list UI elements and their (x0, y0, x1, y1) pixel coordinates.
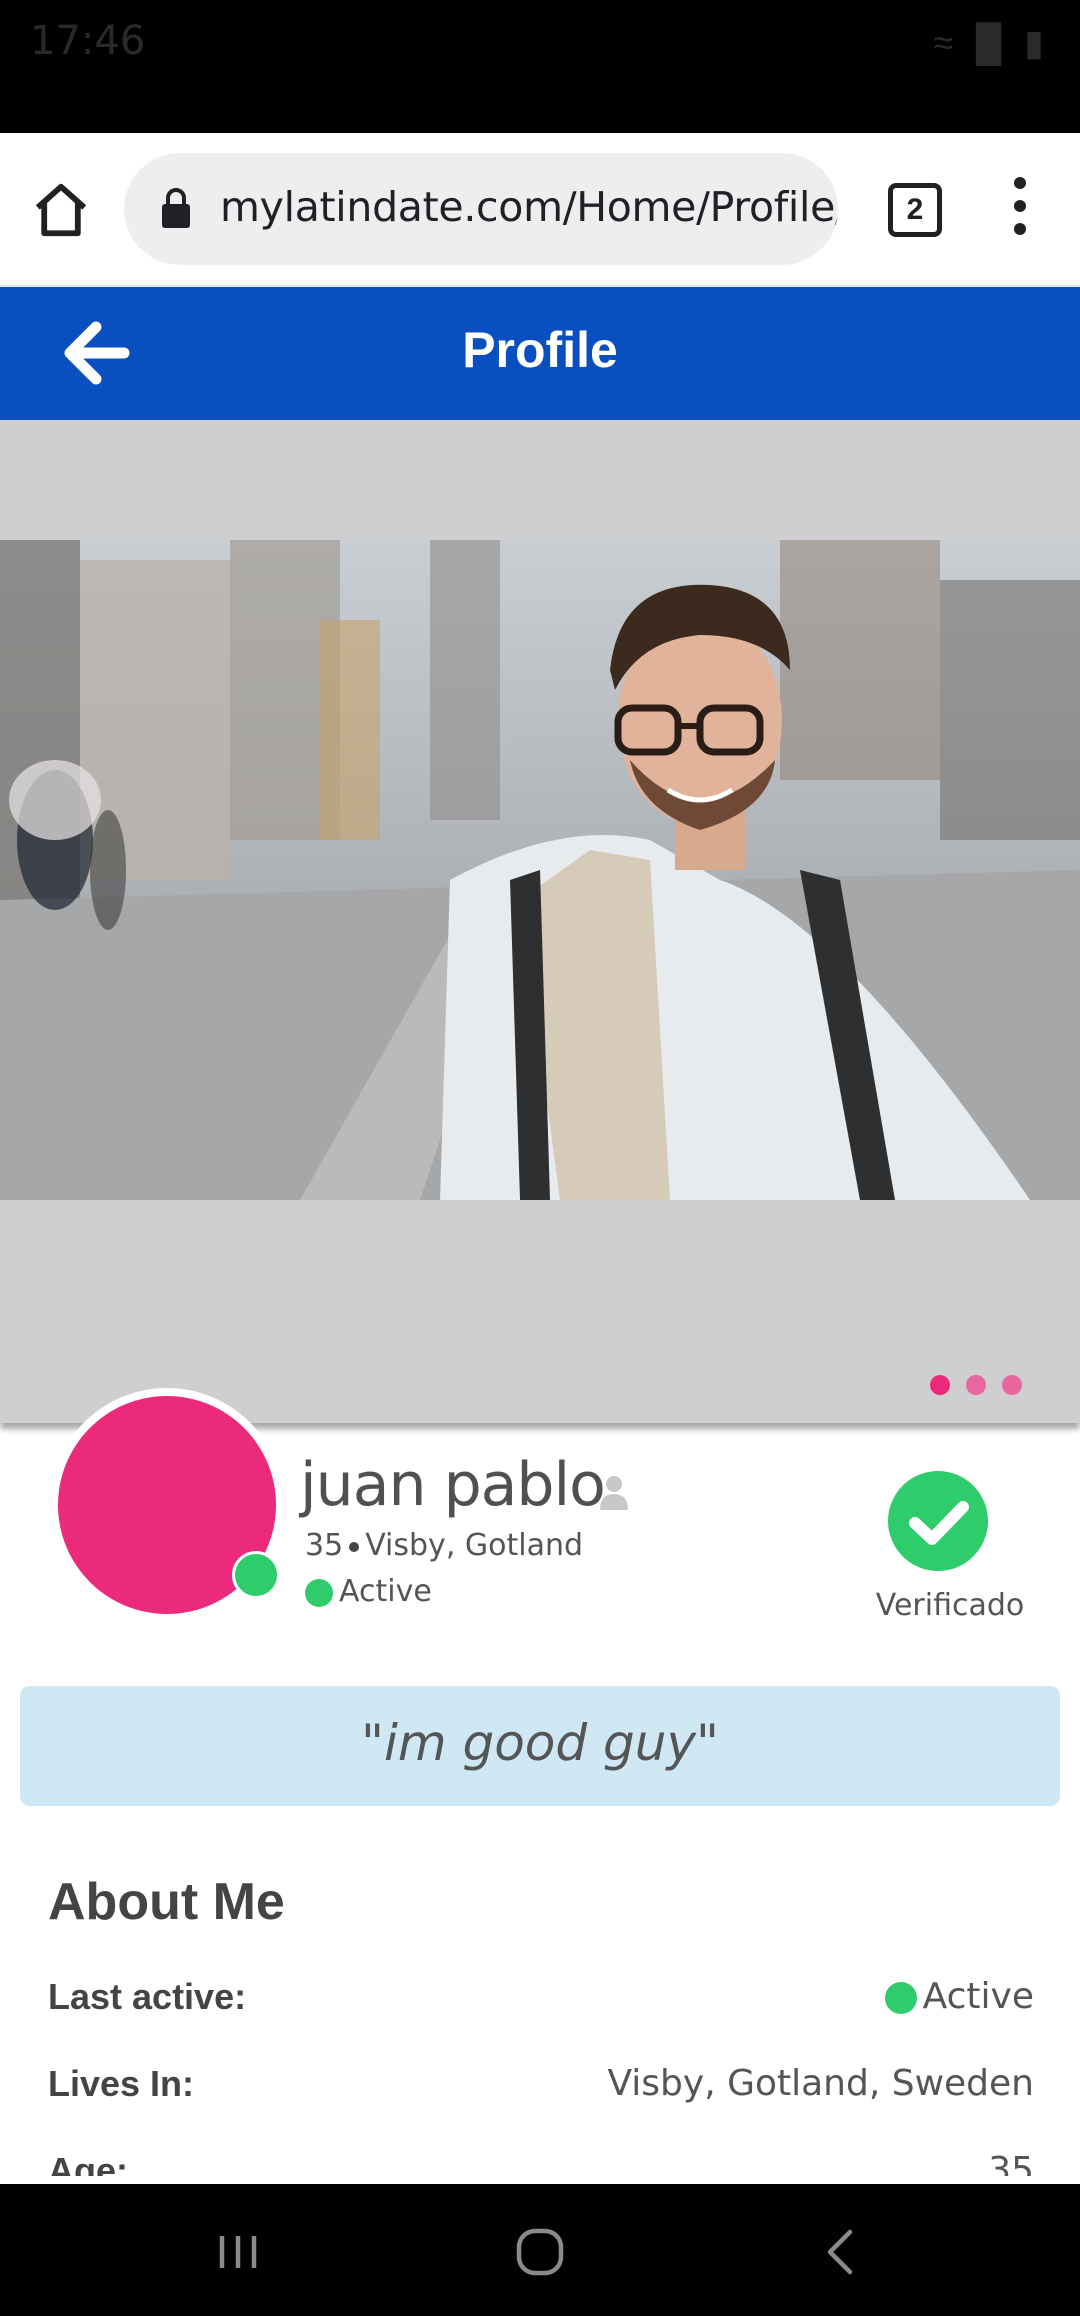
profile-location: Visby, Gotland (365, 1528, 584, 1563)
recent-apps-icon[interactable] (208, 2222, 268, 2282)
person-icon (600, 1476, 628, 1510)
profile-age-location: 35 Visby, Gotland (305, 1528, 583, 1563)
quote-text: "im good guy" (360, 1714, 720, 1772)
tab-switcher-button[interactable]: 2 (888, 183, 942, 237)
verified-check-icon (888, 1471, 988, 1571)
row-label: Lives In: (48, 2063, 195, 2104)
home-nav-icon[interactable] (510, 2222, 570, 2282)
verified-label: Verificado (875, 1588, 1025, 1623)
status-dot (305, 1578, 333, 1607)
browser-toolbar: mylatindate.com/Home/Profile/ 2 (0, 133, 1080, 287)
profile-status-text: Active (339, 1574, 432, 1609)
row-value: 35 (988, 2150, 1034, 2176)
more-menu-icon[interactable] (1004, 177, 1036, 243)
status-bar: 17:46 ≈ ▐▌ ▮ (0, 0, 1080, 133)
profile-name: juan pablo (300, 1450, 606, 1520)
status-icons: ≈ ▐▌ ▮ (933, 22, 1044, 63)
gallery-dot[interactable] (966, 1375, 986, 1395)
profile-photo[interactable] (0, 540, 1080, 1200)
last-active-value: Active (922, 1976, 1034, 2017)
system-nav-bar (0, 2184, 1080, 2316)
about-row-last-active: Last active: Active (48, 1976, 1034, 2036)
gallery-dot[interactable] (930, 1375, 950, 1395)
profile-photo-illustration (0, 540, 1080, 1200)
about-row-age: Age: 35 (48, 2150, 1034, 2176)
address-bar[interactable]: mylatindate.com/Home/Profile/ (124, 153, 838, 265)
photo-gallery[interactable] (0, 420, 1080, 1423)
profile-quote: "im good guy" (20, 1686, 1060, 1806)
gallery-dots (914, 1375, 1022, 1400)
screen: 17:46 ≈ ▐▌ ▮ mylatindate.com/Home/Profil… (0, 0, 1080, 2316)
home-icon[interactable] (30, 179, 92, 241)
gallery-dot[interactable] (1002, 1375, 1022, 1395)
back-nav-icon[interactable] (812, 2222, 872, 2282)
separator-dot (349, 1541, 360, 1552)
lock-icon (162, 188, 190, 228)
app-header: Profile (0, 287, 1080, 420)
status-dot (884, 1982, 917, 2014)
status-time: 17:46 (30, 18, 146, 64)
profile-age: 35 (305, 1528, 344, 1563)
about-row-lives-in: Lives In: Visby, Gotland, Sweden (48, 2063, 1034, 2123)
profile-status: Active (305, 1574, 432, 1609)
about-me-heading: About Me (48, 1873, 285, 1931)
page-title: Profile (462, 322, 618, 378)
online-indicator (232, 1551, 280, 1599)
row-label: Last active: (48, 1976, 247, 2017)
content-edge (0, 2176, 1080, 2184)
row-label: Age: (48, 2150, 128, 2176)
url-text: mylatindate.com/Home/Profile/ (220, 183, 838, 231)
row-value: Visby, Gotland, Sweden (607, 2063, 1034, 2104)
row-value: Active (884, 1976, 1034, 2017)
